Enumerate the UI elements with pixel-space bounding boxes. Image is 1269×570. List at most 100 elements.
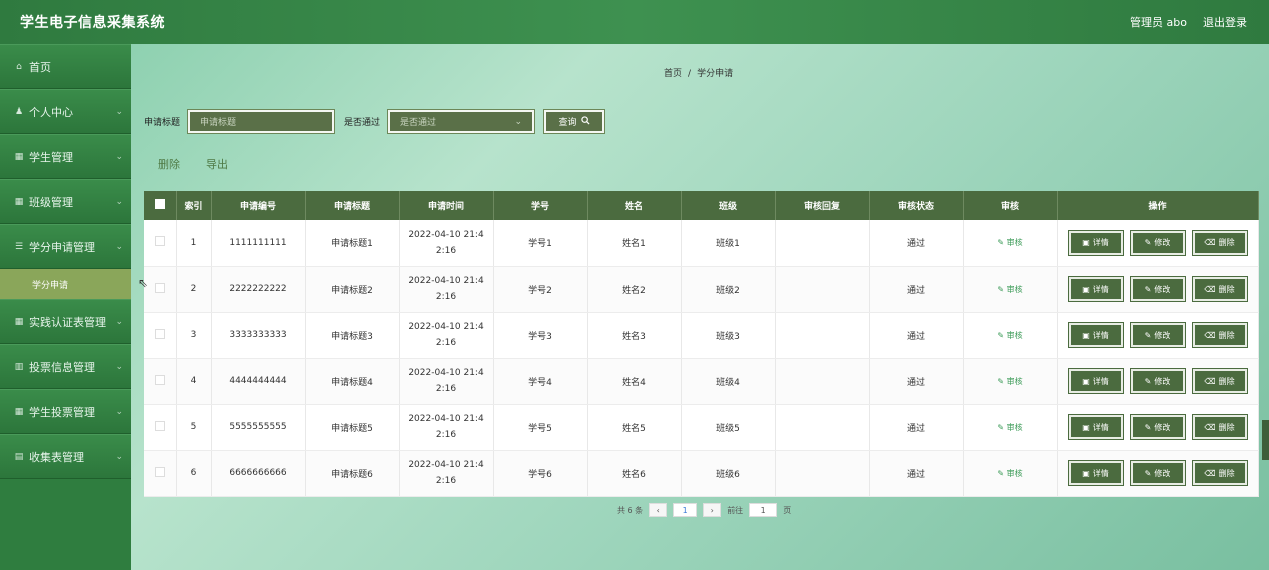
detail-button-label: 详情 xyxy=(1092,422,1109,432)
delete-button[interactable]: ⌫ 删除 xyxy=(1192,461,1247,485)
chevron-down-icon: ⌄ xyxy=(115,361,123,372)
cell-title: 申请标题2 xyxy=(305,266,400,313)
cell-cls: 班级1 xyxy=(681,220,776,267)
sidebar-item-label: 学生投票管理 xyxy=(29,405,95,419)
pass-select[interactable]: 是否通过 ⌄ xyxy=(388,110,535,133)
row-actions: ▣ 详情 ✎ 修改 ⌫ 删除 xyxy=(1058,461,1258,485)
delete-button[interactable]: ⌫ 删除 xyxy=(1192,323,1247,347)
trash-icon: ⌫ xyxy=(1204,422,1216,432)
cell-ops: ▣ 详情 ✎ 修改 ⌫ 删除 xyxy=(1057,266,1259,313)
detail-button[interactable]: ▣ 详情 xyxy=(1068,461,1123,485)
detail-button-label: 详情 xyxy=(1092,330,1109,340)
top-right-menu: 管理员 abo 退出登录 xyxy=(1130,14,1247,30)
detail-button[interactable]: ▣ 详情 xyxy=(1068,277,1123,301)
audit-link[interactable]: ✎ 审核 xyxy=(997,331,1022,340)
export-button[interactable]: 导出 xyxy=(206,156,228,172)
cell-title: 申请标题4 xyxy=(305,358,400,405)
breadcrumb: 首页 / 学分申请 xyxy=(664,66,733,79)
current-page[interactable]: 1 xyxy=(673,503,698,517)
cell-reply xyxy=(775,220,870,267)
table-row: 3 3333333333 申请标题3 2022-04-10 21:4 2:16 学号3 姓名… xyxy=(144,312,1259,359)
breadcrumb-home[interactable]: 首页 xyxy=(664,69,682,79)
column-header: 学号 xyxy=(493,191,588,220)
sidebar-item-2[interactable]: ▦ 学生管理 ⌄ xyxy=(0,134,131,179)
sidebar-item-5[interactable]: ▦ 实践认证表管理 ⌄ xyxy=(0,299,131,344)
chevron-down-icon: ⌄ xyxy=(115,196,123,207)
detail-button[interactable]: ▣ 详情 xyxy=(1068,230,1123,255)
total-count: 共 6 条 xyxy=(617,505,644,515)
row-actions: ▣ 详情 ✎ 修改 ⌫ 删除 xyxy=(1058,369,1258,393)
user-label[interactable]: 管理员 abo xyxy=(1130,14,1187,30)
edit-button[interactable]: ✎ 修改 xyxy=(1130,369,1185,393)
sidebar-item-1[interactable]: ♟ 个人中心 ⌄ xyxy=(0,89,131,134)
sidebar-item-label: 学生管理 xyxy=(29,150,73,164)
cell-audit: ✎ 审核 xyxy=(963,358,1058,405)
cell-name: 姓名4 xyxy=(587,358,682,405)
select-all-checkbox[interactable] xyxy=(154,199,165,209)
sidebar-item-3[interactable]: ▦ 班级管理 ⌄ xyxy=(0,179,131,224)
goto-page-input[interactable]: 1 xyxy=(749,503,778,517)
cell-name: 姓名2 xyxy=(587,266,682,313)
row-checkbox[interactable] xyxy=(154,282,165,293)
sidebar-item-7[interactable]: ▦ 学生投票管理 ⌄ xyxy=(0,389,131,434)
sidebar-item-6[interactable]: ▥ 投票信息管理 ⌄ xyxy=(0,344,131,389)
sidebar-item-8[interactable]: ▤ 收集表管理 ⌄ xyxy=(0,434,131,479)
edit-button[interactable]: ✎ 修改 xyxy=(1130,230,1185,255)
sidebar-item-content: ☰ 学分申请管理 xyxy=(14,239,95,255)
trash-icon: ⌫ xyxy=(1204,330,1216,340)
sidebar-subitem-active[interactable]: 学分申请 xyxy=(0,269,131,299)
cell-cls: 班级4 xyxy=(681,358,776,405)
sidebar-item-4[interactable]: ☰ 学分申请管理 ⌄ xyxy=(0,224,131,269)
cell-audit: ✎ 审核 xyxy=(963,220,1058,267)
cell-reply xyxy=(775,266,870,313)
column-header: 申请标题 xyxy=(305,191,400,220)
edit-button[interactable]: ✎ 修改 xyxy=(1130,277,1185,301)
delete-button[interactable]: ⌫ 删除 xyxy=(1192,230,1247,255)
trash-icon: ⌫ xyxy=(1204,284,1216,294)
row-actions: ▣ 详情 ✎ 修改 ⌫ 删除 xyxy=(1058,415,1258,439)
cell-audit: ✎ 审核 xyxy=(963,450,1058,497)
sidebar-item-label: 个人中心 xyxy=(29,105,73,119)
row-checkbox[interactable] xyxy=(154,374,165,385)
breadcrumb-separator: / xyxy=(688,69,692,79)
sidebar-item-0[interactable]: ⌂ 首页 xyxy=(0,44,131,89)
cell-index: 2 xyxy=(176,266,212,313)
title-filter-label: 申请标题 xyxy=(144,118,181,128)
query-button[interactable]: 查询 xyxy=(544,110,605,133)
edit-button[interactable]: ✎ 修改 xyxy=(1130,461,1185,485)
detail-button[interactable]: ▣ 详情 xyxy=(1068,369,1123,393)
row-checkbox[interactable] xyxy=(154,420,165,431)
user-icon: ♟ xyxy=(14,106,24,117)
audit-link[interactable]: ✎ 审核 xyxy=(997,377,1022,386)
sidebar-item-label: 班级管理 xyxy=(29,195,73,209)
column-header: 操作 xyxy=(1057,191,1259,220)
detail-button[interactable]: ▣ 详情 xyxy=(1068,415,1123,439)
prev-page-button[interactable]: ‹ xyxy=(649,503,668,517)
row-checkbox[interactable] xyxy=(154,236,165,247)
row-checkbox[interactable] xyxy=(154,466,165,477)
bulk-delete-button[interactable]: 删除 xyxy=(158,156,180,172)
cell-sid: 学号4 xyxy=(493,358,588,405)
table-header-row: 索引 申请编号 申请标题 申请时间 学号 姓名 班级 审核回复 审核状态 审核 操作 xyxy=(144,191,1259,220)
column-header: 审核回复 xyxy=(775,191,870,220)
row-checkbox[interactable] xyxy=(154,328,165,339)
detail-button[interactable]: ▣ 详情 xyxy=(1068,323,1123,347)
title-search-input[interactable]: 申请标题 xyxy=(188,110,335,133)
side-scroll-tab[interactable] xyxy=(1262,420,1269,460)
detail-icon: ▣ xyxy=(1082,376,1090,386)
logout-link[interactable]: 退出登录 xyxy=(1203,14,1247,30)
next-page-button[interactable]: › xyxy=(703,503,722,517)
time-line-2: 2:16 xyxy=(435,384,457,394)
delete-button[interactable]: ⌫ 删除 xyxy=(1192,415,1247,439)
sidebar-item-content: ▦ 学生管理 xyxy=(14,149,73,165)
chevron-down-icon: ⌄ xyxy=(514,116,523,127)
edit-button[interactable]: ✎ 修改 xyxy=(1130,415,1185,439)
audit-link[interactable]: ✎ 审核 xyxy=(997,238,1022,247)
audit-link[interactable]: ✎ 审核 xyxy=(997,469,1022,478)
audit-link[interactable]: ✎ 审核 xyxy=(997,423,1022,432)
delete-button[interactable]: ⌫ 删除 xyxy=(1192,277,1247,301)
delete-button[interactable]: ⌫ 删除 xyxy=(1192,369,1247,393)
audit-link[interactable]: ✎ 审核 xyxy=(997,285,1022,294)
edit-button[interactable]: ✎ 修改 xyxy=(1130,323,1185,347)
mouse-cursor-icon: ⇖ xyxy=(138,276,149,290)
